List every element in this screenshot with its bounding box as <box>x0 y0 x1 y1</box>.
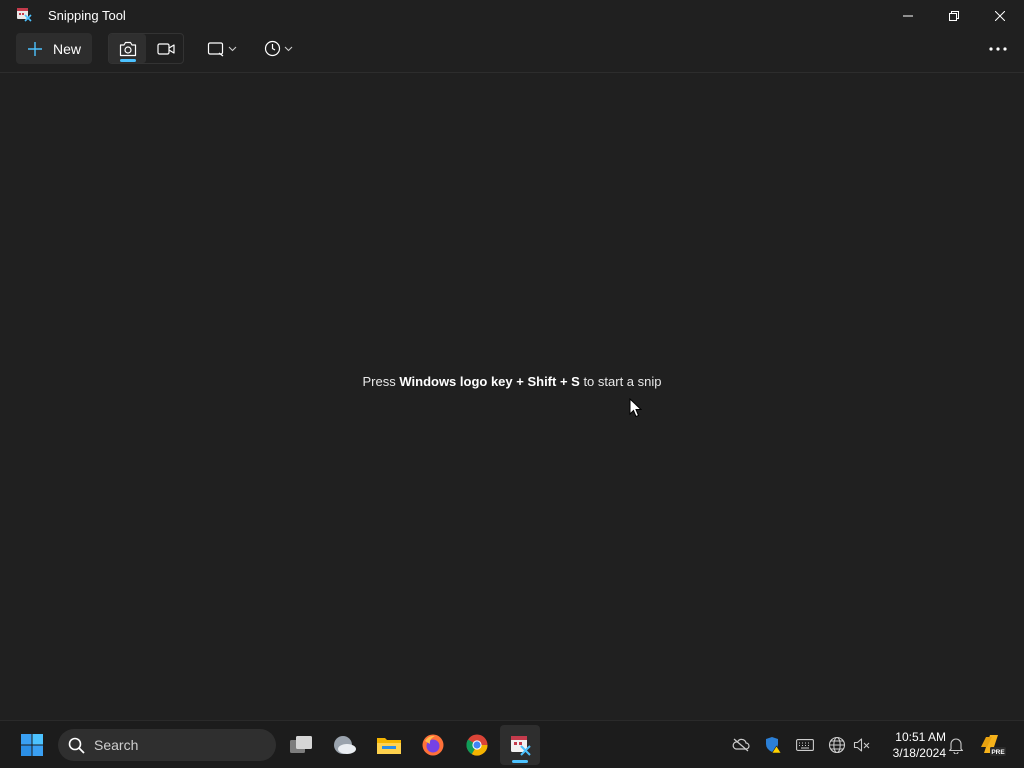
bell-icon <box>948 738 964 754</box>
restore-icon <box>949 10 959 21</box>
cloud-offline-icon <box>732 738 750 752</box>
rectangle-snip-icon <box>207 41 224 56</box>
search-icon <box>68 737 85 754</box>
new-snip-button[interactable]: New <box>16 33 92 64</box>
hint-shortcut: Windows logo key + Shift + S <box>399 374 580 389</box>
toolbar: New <box>0 31 1024 72</box>
windows-logo-icon <box>21 734 43 756</box>
snip-shape-dropdown[interactable] <box>200 33 244 64</box>
capture-mode-switch <box>108 33 184 64</box>
notifications-button[interactable] <box>944 733 968 757</box>
plus-icon <box>28 41 42 56</box>
record-mode-button[interactable] <box>147 34 184 63</box>
mouse-pointer-icon <box>629 398 642 418</box>
snip-mode-button[interactable] <box>109 34 146 63</box>
see-more-button[interactable] <box>980 33 1016 64</box>
snip-canvas-empty-state: Press Windows logo key + Shift + S to st… <box>0 73 1024 720</box>
shield-warning-icon <box>766 737 782 754</box>
video-camera-icon <box>156 42 175 55</box>
search-placeholder: Search <box>94 737 139 753</box>
task-view-button[interactable] <box>281 725 321 765</box>
chevron-down-icon <box>228 46 237 51</box>
onedrive-tray-icon[interactable] <box>729 733 753 757</box>
hint-suffix: to start a snip <box>579 374 662 389</box>
weather-widget-button[interactable] <box>325 725 365 765</box>
chrome-icon <box>466 734 488 756</box>
firefox-icon <box>422 734 444 756</box>
minimize-icon <box>903 15 913 16</box>
speaker-muted-icon <box>853 738 870 752</box>
running-indicator <box>512 760 528 763</box>
start-button[interactable] <box>12 725 52 765</box>
hint-prefix: Press <box>362 374 400 389</box>
camera-icon <box>119 41 136 56</box>
snipping-tool-icon <box>511 736 531 756</box>
globe-icon <box>828 736 846 754</box>
taskbar-clock[interactable]: 10:51 AM 3/18/2024 <box>880 729 946 761</box>
more-dots-icon <box>989 46 1007 51</box>
keyboard-icon <box>796 739 814 751</box>
taskbar-search-box[interactable]: Search <box>58 729 276 761</box>
taskbar: Search 10:51 AM 3/18/2024 PRE <box>0 720 1024 768</box>
task-view-icon <box>290 736 312 753</box>
close-icon <box>995 10 1005 21</box>
keyboard-tray-icon[interactable] <box>793 733 817 757</box>
clock-time: 10:51 AM <box>895 730 946 744</box>
window-title: Snipping Tool <box>48 8 126 23</box>
close-button[interactable] <box>977 0 1023 31</box>
volume-tray-icon[interactable] <box>850 733 874 757</box>
minimize-button[interactable] <box>885 0 931 31</box>
snipping-tool-taskbar-button[interactable] <box>500 725 540 765</box>
snipping-tool-app-icon <box>16 7 32 23</box>
copilot-icon: PRE <box>981 735 1006 756</box>
start-snip-hint: Press Windows logo key + Shift + S to st… <box>0 374 1024 389</box>
copilot-preview-badge: PRE <box>991 749 1005 756</box>
copilot-button[interactable]: PRE <box>978 733 1006 757</box>
snip-delay-dropdown[interactable] <box>256 33 300 64</box>
chrome-button[interactable] <box>457 725 497 765</box>
restore-button[interactable] <box>931 0 977 31</box>
network-tray-icon[interactable] <box>825 733 849 757</box>
security-tray-icon[interactable] <box>761 733 785 757</box>
clock-date: 3/18/2024 <box>892 746 946 760</box>
file-explorer-button[interactable] <box>369 725 409 765</box>
folder-icon <box>377 738 401 754</box>
selected-mode-indicator <box>120 59 136 62</box>
firefox-button[interactable] <box>413 725 453 765</box>
weather-cloud-icon <box>334 736 356 754</box>
clock-icon <box>264 40 280 57</box>
chevron-down-icon <box>284 46 292 51</box>
title-bar: Snipping Tool <box>0 0 1024 31</box>
new-snip-label: New <box>53 40 82 57</box>
